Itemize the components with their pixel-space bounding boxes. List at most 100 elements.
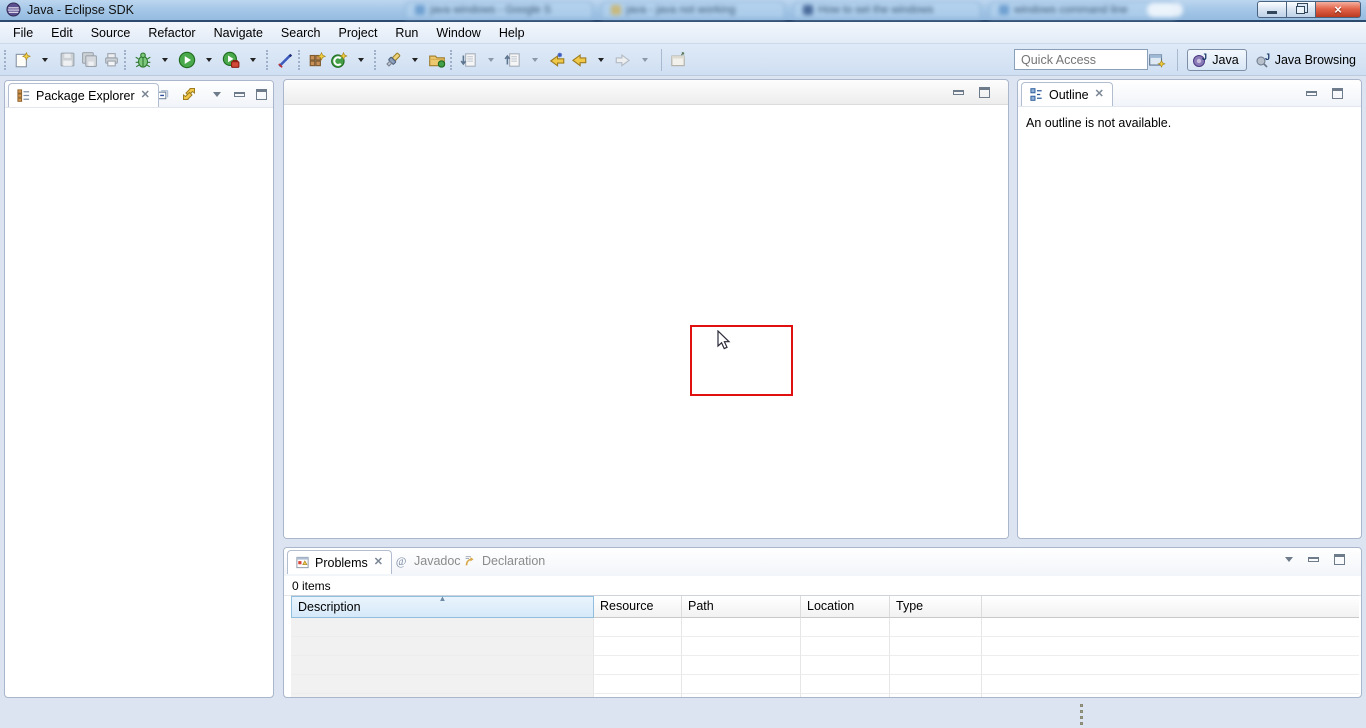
new-wizard-dropdown[interactable] (34, 48, 56, 72)
external-tools-button[interactable] (220, 48, 242, 72)
open-perspective-button[interactable] (1146, 48, 1168, 72)
search-button[interactable] (382, 48, 404, 72)
debug-dropdown[interactable] (154, 48, 176, 72)
table-row (291, 694, 1359, 697)
tab-problems[interactable]: Problems ✕ (287, 550, 392, 574)
menu-navigate[interactable]: Navigate (205, 23, 272, 43)
package-explorer-body[interactable] (5, 108, 273, 698)
open-resource-button[interactable] (426, 48, 448, 72)
eclipse-logo-icon (6, 2, 21, 17)
column-header-path[interactable]: Path (682, 596, 801, 618)
editor-canvas[interactable] (284, 105, 1008, 539)
new-wizard-button[interactable] (12, 48, 34, 72)
close-view-icon[interactable]: ✕ (1094, 89, 1105, 100)
new-java-class-dropdown[interactable] (350, 48, 372, 72)
column-header-filler (982, 596, 1359, 618)
menu-refactor[interactable]: Refactor (139, 23, 204, 43)
perspective-java-button[interactable]: J Java (1187, 49, 1246, 71)
minimize-button[interactable] (1257, 1, 1287, 18)
menu-file[interactable]: File (4, 23, 42, 43)
view-menu-button[interactable] (209, 87, 225, 101)
back-dropdown[interactable] (590, 48, 612, 72)
background-browser-tab[interactable]: java - java not working (601, 1, 785, 19)
previous-annotation-button[interactable] (502, 48, 524, 72)
minimize-icon (1267, 11, 1277, 14)
back-button[interactable] (568, 48, 590, 72)
tab-outline[interactable]: Outline ✕ (1021, 82, 1113, 106)
menu-help[interactable]: Help (490, 23, 534, 43)
column-header-type[interactable]: Type (890, 596, 982, 618)
run-button[interactable] (176, 48, 198, 72)
print-button[interactable] (100, 48, 122, 72)
new-java-project-button[interactable] (306, 48, 328, 72)
restore-button[interactable] (1287, 1, 1316, 18)
menu-window[interactable]: Window (427, 23, 489, 43)
toolbar-grip[interactable] (374, 50, 378, 70)
menu-source[interactable]: Source (82, 23, 140, 43)
next-annotation-icon (460, 51, 478, 69)
background-browser-tab[interactable]: How to set the windows (793, 1, 981, 19)
column-header-description[interactable]: ▲ Description (291, 596, 594, 618)
external-tools-dropdown[interactable] (242, 48, 264, 72)
save-all-button[interactable] (78, 48, 100, 72)
menu-edit[interactable]: Edit (42, 23, 82, 43)
favicon-icon (415, 5, 425, 15)
forward-arrow-icon (614, 51, 632, 69)
forward-dropdown[interactable] (634, 48, 656, 72)
previous-annotation-dropdown[interactable] (524, 48, 546, 72)
link-with-editor-button[interactable] (181, 87, 197, 101)
table-row (291, 656, 1359, 675)
status-drag-handle[interactable] (1080, 704, 1083, 725)
minimize-view-button[interactable] (1303, 86, 1319, 100)
forward-button[interactable] (612, 48, 634, 72)
problems-table: ▲ Description Resource Path Location Typ… (291, 595, 1359, 697)
favicon-icon (999, 5, 1009, 15)
background-browser-tab[interactable]: java windows - Google S (405, 1, 593, 19)
tab-declaration[interactable]: Declaration (456, 550, 552, 572)
maximize-editor-icon (979, 87, 990, 98)
column-header-resource[interactable]: Resource (594, 596, 682, 618)
close-view-icon[interactable]: ✕ (140, 90, 151, 101)
maximize-editor-button[interactable] (976, 85, 992, 99)
menu-project[interactable]: Project (330, 23, 387, 43)
close-button[interactable]: × (1316, 1, 1361, 18)
close-view-icon[interactable]: ✕ (373, 557, 384, 568)
column-header-location[interactable]: Location (801, 596, 890, 618)
run-dropdown[interactable] (198, 48, 220, 72)
save-button[interactable] (56, 48, 78, 72)
menu-run[interactable]: Run (386, 23, 427, 43)
toolbar-grip[interactable] (266, 50, 270, 70)
minimize-view-button[interactable] (231, 87, 247, 101)
last-edit-location-button[interactable] (546, 48, 568, 72)
search-dropdown[interactable] (404, 48, 426, 72)
toolbar-grip[interactable] (298, 50, 302, 70)
perspective-java-browsing-button[interactable]: J Java Browsing (1251, 50, 1360, 70)
maximize-view-button[interactable] (253, 87, 269, 101)
open-folder-icon (428, 51, 446, 69)
toolbar-grip[interactable] (4, 50, 8, 70)
menu-search[interactable]: Search (272, 23, 330, 43)
next-annotation-dropdown[interactable] (480, 48, 502, 72)
maximize-view-icon (256, 89, 267, 100)
declaration-icon (463, 554, 477, 568)
view-menu-button[interactable] (1281, 552, 1297, 566)
toolbar-grip[interactable] (450, 50, 454, 70)
open-new-window-button[interactable] (667, 48, 689, 72)
debug-button[interactable] (132, 48, 154, 72)
tab-package-explorer[interactable]: Package Explorer ✕ (8, 83, 159, 107)
status-bar (0, 700, 1366, 728)
maximize-view-button[interactable] (1331, 552, 1347, 566)
maximize-view-button[interactable] (1329, 86, 1345, 100)
mark-occurrences-button[interactable] (274, 48, 296, 72)
minimize-editor-button[interactable] (950, 85, 966, 99)
quick-access-input[interactable] (1014, 49, 1148, 70)
toolbar-grip[interactable] (124, 50, 128, 70)
problems-icon (295, 555, 310, 570)
outline-view: Outline ✕ An outline is not available. (1017, 79, 1362, 539)
external-tools-icon (222, 51, 240, 69)
minimize-editor-icon (953, 90, 964, 95)
minimize-view-button[interactable] (1305, 552, 1321, 566)
next-annotation-button[interactable] (458, 48, 480, 72)
new-java-class-button[interactable] (328, 48, 350, 72)
last-edit-location-icon (548, 51, 566, 69)
